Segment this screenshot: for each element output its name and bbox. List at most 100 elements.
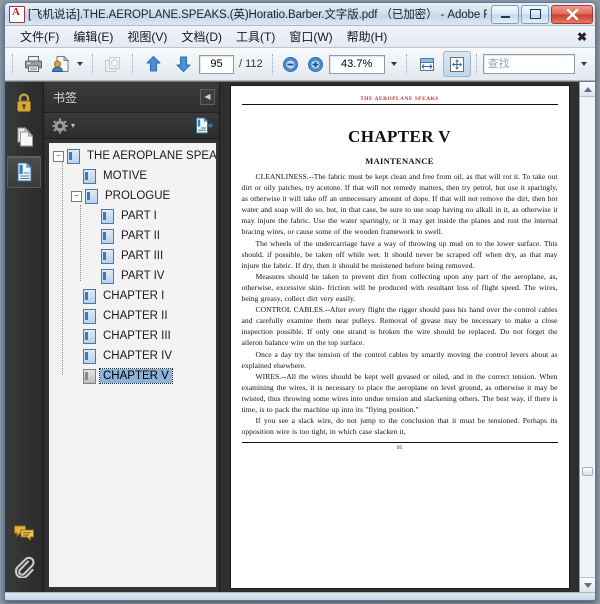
close-document-button[interactable]: ✖ [577, 30, 587, 44]
sidebar-item-security[interactable] [8, 88, 40, 118]
bookmarks-panel-title: 书签 [53, 90, 78, 105]
sidebar-item-bookmarks[interactable] [7, 156, 41, 188]
menu-help[interactable]: 帮助(H) [340, 26, 395, 47]
bookmark-page-icon [83, 288, 96, 304]
bookmark-label: THE AEROPLANE SPEAKS [87, 150, 216, 162]
bookmarks-tree[interactable]: − THE AEROPLANE SPEAKS MOTIVE − PROLOGUE PART… [49, 143, 216, 587]
expander-placeholder [71, 292, 80, 301]
title-bar: [飞机说话].THE.AEROPLANE.SPEAKS.(英)Horatio.B… [5, 3, 595, 26]
expander-placeholder [71, 312, 80, 321]
bookmark-item[interactable]: CHAPTER V [49, 366, 216, 386]
bookmark-item[interactable]: − THE AEROPLANE SPEAKS [49, 146, 216, 166]
close-icon [566, 8, 578, 20]
menu-edit[interactable]: 编辑(E) [66, 26, 120, 47]
bookmarks-panel: 书签 ◀ ▾ − THE AEROPLANE SPEA MOTIVE − PRO… [44, 82, 220, 592]
paragraph: If you see a slack wire, do not jump to … [241, 416, 558, 437]
security-lock-icon [17, 93, 31, 112]
zoom-in-icon [307, 56, 323, 72]
bookmark-page-icon [83, 308, 96, 324]
fit-page-icon [449, 56, 464, 72]
bookmark-item[interactable]: CHAPTER IV [49, 346, 216, 366]
scrollbar-track[interactable] [580, 97, 595, 577]
bookmark-item[interactable]: CHAPTER I [49, 286, 216, 306]
menu-document[interactable]: 文档(D) [174, 26, 229, 47]
email-dropdown-caret-icon[interactable] [77, 62, 83, 66]
minimize-button[interactable] [491, 4, 519, 24]
bookmark-page-icon [83, 348, 96, 364]
zoom-level-input[interactable]: 43.7% [328, 54, 385, 74]
share-email-icon [51, 55, 69, 72]
bookmark-label: MOTIVE [103, 170, 148, 182]
arrow-down-icon [176, 56, 190, 72]
bookmark-item[interactable]: CHAPTER II [49, 306, 216, 326]
vertical-scrollbar[interactable] [579, 82, 595, 592]
gear-icon[interactable] [52, 117, 68, 134]
menu-view[interactable]: 视图(V) [120, 26, 174, 47]
paragraph: Measures should be taken to prevent dirt… [241, 271, 558, 304]
maximize-icon [529, 9, 541, 19]
expander-collapse-icon[interactable]: − [53, 150, 64, 162]
running-head: THE AEROPLANE SPEAKS [360, 96, 439, 102]
find-input[interactable]: 查找 [482, 54, 575, 74]
zoom-in-button[interactable] [304, 51, 327, 77]
document-viewer[interactable]: THE AEROPLANE SPEAKS CHAPTER V MAINTENAN… [220, 82, 595, 592]
paragraph: CLEANLINESS.--The fabric must be kept cl… [241, 172, 558, 237]
page-total-label: / 112 [239, 58, 263, 70]
menu-window[interactable]: 窗口(W) [282, 26, 339, 47]
bookmark-label: CHAPTER V [99, 368, 173, 384]
bookmark-page-icon [83, 328, 96, 344]
bookmark-page-icon [101, 228, 114, 244]
bookmark-item[interactable]: PART II [49, 226, 216, 246]
bookmark-item[interactable]: CHAPTER III [49, 326, 216, 346]
pdf-logo-icon [9, 5, 25, 23]
comments-icon [14, 525, 34, 542]
copy-snapshot-icon [104, 56, 120, 72]
expand-bookmark-icon[interactable] [195, 117, 213, 134]
sidebar-item-attachments[interactable] [8, 552, 40, 582]
bookmark-page-icon [101, 268, 114, 284]
snapshot-copy-button [99, 51, 127, 77]
fit-width-button[interactable] [413, 51, 441, 77]
arrow-up-icon [146, 56, 160, 72]
menu-file[interactable]: 文件(F) [13, 26, 66, 47]
collapse-panel-button[interactable]: ◀ [200, 89, 215, 105]
scroll-down-button[interactable] [580, 577, 595, 592]
sidebar-item-comments[interactable] [8, 518, 40, 548]
sidebar-item-pages[interactable] [8, 122, 40, 152]
bookmark-options-caret-icon[interactable]: ▾ [71, 121, 75, 130]
fit-page-button[interactable] [442, 51, 471, 77]
bookmark-label: PROLOGUE [105, 190, 171, 202]
bookmark-item[interactable]: PART I [49, 206, 216, 226]
bookmark-item[interactable]: − PROLOGUE [49, 186, 216, 206]
scroll-up-icon [583, 86, 592, 92]
page-folio: 95 [396, 445, 403, 452]
zoom-dropdown-caret-icon[interactable] [390, 62, 397, 66]
bookmark-item[interactable]: PART IV [49, 266, 216, 286]
paragraph: WIRES.--All the wires should be kept wel… [241, 371, 558, 414]
zoom-out-button[interactable] [279, 51, 302, 77]
find-dropdown-caret-icon[interactable] [581, 62, 587, 66]
maximize-button[interactable] [521, 4, 549, 24]
previous-page-button[interactable] [139, 51, 167, 77]
expander-placeholder [89, 252, 98, 261]
menu-tools[interactable]: 工具(T) [229, 26, 282, 47]
expander-placeholder [71, 352, 80, 361]
close-button[interactable] [551, 4, 593, 24]
expander-collapse-icon[interactable]: − [71, 190, 82, 202]
header-rule [241, 104, 558, 105]
toolbar-separator-3 [132, 54, 134, 74]
page-area: THE AEROPLANE SPEAKS CHAPTER V MAINTENAN… [220, 82, 579, 592]
page-number-input[interactable]: 95 [199, 54, 234, 74]
pdf-page: THE AEROPLANE SPEAKS CHAPTER V MAINTENAN… [230, 86, 569, 588]
scroll-up-button[interactable] [580, 82, 595, 97]
next-page-button[interactable] [169, 51, 197, 77]
scroll-down-icon [583, 582, 592, 588]
adobe-reader-window: [飞机说话].THE.AEROPLANE.SPEAKS.(英)Horatio.B… [4, 2, 596, 601]
scrollbar-thumb[interactable] [582, 466, 593, 476]
minimize-icon [500, 15, 510, 18]
print-button[interactable] [19, 51, 47, 77]
bookmark-item[interactable]: PART III [49, 246, 216, 266]
email-share-button[interactable] [49, 51, 71, 77]
paragraph: CONTROL CABLES.--After every flight the … [241, 305, 558, 348]
bookmark-item[interactable]: MOTIVE [49, 166, 216, 186]
